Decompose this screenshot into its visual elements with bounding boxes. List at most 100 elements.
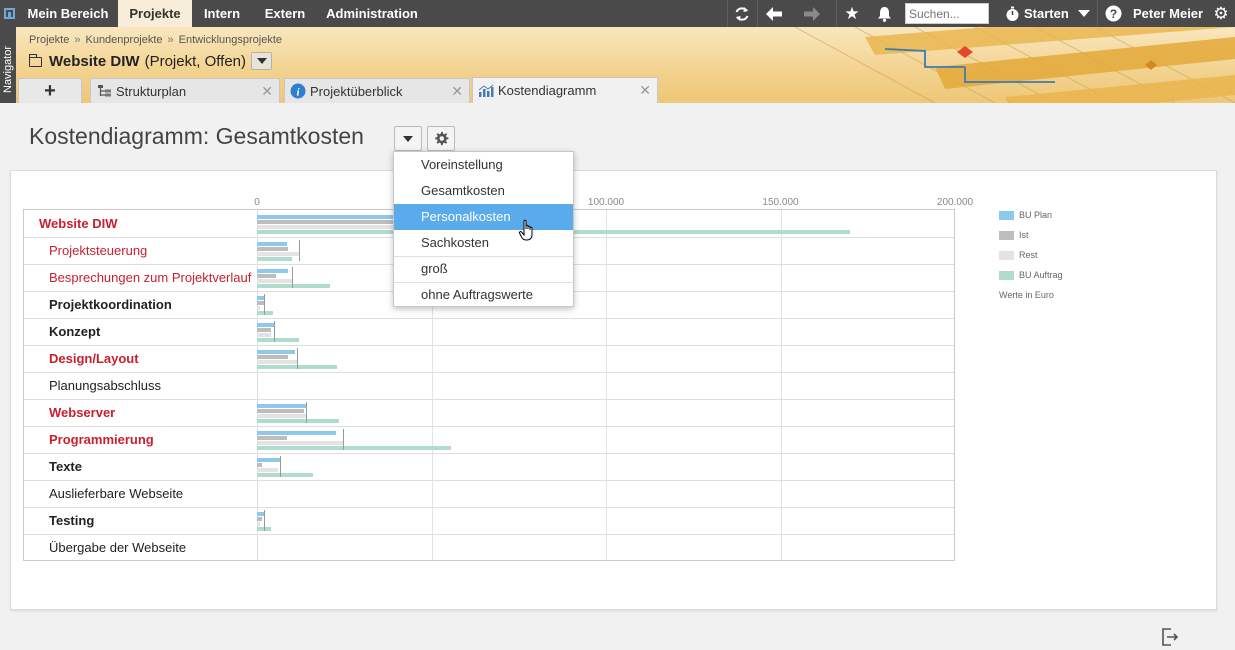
project-menu-dropdown-button[interactable]: [251, 52, 272, 70]
toolbar-divider: [727, 0, 728, 27]
tab-projektueberblick[interactable]: i Projektüberblick ✕: [284, 78, 470, 103]
bar-plan: [257, 458, 280, 462]
bar-plan: [257, 242, 287, 246]
info-icon: i: [290, 83, 306, 99]
bar-plan: [257, 350, 296, 354]
row-divider: [24, 399, 954, 400]
legend-label: BU Plan: [1019, 210, 1053, 220]
bar-ist: [257, 247, 289, 251]
top-navigation-bar: Mein Bereich Projekte Intern Extern Admi…: [0, 0, 1235, 27]
logout-icon[interactable]: [1160, 627, 1180, 647]
bar-plan: [257, 512, 264, 516]
task-label: Texte: [49, 459, 82, 474]
app-logo-icon[interactable]: [0, 0, 18, 27]
add-tab-button[interactable]: +: [18, 78, 82, 103]
menu-item-gross[interactable]: groß: [394, 256, 573, 282]
forecast-marker: [263, 294, 265, 315]
row-divider: [24, 318, 954, 319]
search-input[interactable]: [905, 3, 989, 24]
breadcrumb-item[interactable]: Entwicklungsprojekte: [179, 34, 282, 46]
bar-rest: [257, 468, 278, 472]
project-name: Website DIW: [49, 53, 140, 70]
toolbar-divider: [1097, 0, 1098, 27]
legend-label: BU Auftrag: [1019, 270, 1063, 280]
task-label: Projektsteuerung: [49, 243, 148, 258]
toolbar-divider: [757, 0, 758, 27]
close-tab-icon[interactable]: ✕: [639, 82, 651, 99]
bar-plan: [257, 323, 275, 327]
user-name[interactable]: Peter Meier: [1133, 0, 1203, 27]
chart-settings-button[interactable]: [427, 126, 455, 151]
bar-auftrag: [257, 446, 451, 450]
notifications-bell-icon[interactable]: [872, 0, 896, 27]
breadcrumb: Projekte » Kundenprojekte » Entwicklungsproj…: [29, 34, 282, 46]
tab-strukturplan[interactable]: Strukturplan ✕: [90, 78, 280, 103]
close-tab-icon[interactable]: ✕: [261, 83, 273, 100]
menu-item-personalkosten[interactable]: Personalkosten: [394, 204, 573, 230]
menu-item-gesamtkosten[interactable]: Gesamtkosten: [394, 178, 573, 204]
chevron-down-icon: [403, 135, 413, 142]
project-meta: (Projekt, Offen): [144, 53, 247, 70]
breadcrumb-item[interactable]: Kundenprojekte: [85, 34, 162, 46]
forecast-marker: [291, 267, 293, 288]
start-dropdown-chevron-icon[interactable]: [1073, 0, 1095, 27]
menu-item-ohne-auftragswerte[interactable]: ohne Auftragswerte: [394, 282, 573, 308]
settings-gear-icon[interactable]: ⚙: [1210, 0, 1232, 27]
forward-arrow-icon[interactable]: [798, 0, 826, 27]
back-arrow-icon[interactable]: [760, 0, 788, 27]
nav-projekte[interactable]: Projekte: [118, 0, 192, 27]
menu-item-sachkosten[interactable]: Sachkosten: [394, 230, 573, 256]
navigator-label: Navigator: [2, 45, 14, 93]
task-label: Design/Layout: [49, 351, 139, 366]
close-tab-icon[interactable]: ✕: [451, 83, 463, 100]
legend-item: BU Plan: [999, 209, 1052, 221]
task-label: Besprechungen zum Projektverlauf: [49, 270, 252, 285]
bar-rest: [257, 414, 306, 418]
favorites-star-icon[interactable]: ★: [840, 0, 864, 27]
task-label: Projektkoordination: [49, 297, 172, 312]
chevron-down-icon: [256, 58, 267, 64]
forecast-marker: [342, 429, 344, 450]
refresh-icon[interactable]: [730, 0, 754, 27]
x-tick-label: 100.000: [587, 197, 625, 208]
breadcrumb-item[interactable]: Projekte: [29, 34, 69, 46]
legend-swatch: [999, 210, 1014, 220]
bar-plan: [257, 431, 336, 435]
help-icon[interactable]: ?: [1102, 0, 1124, 27]
row-divider: [24, 453, 954, 454]
x-tick-label: 150.000: [762, 197, 799, 208]
forecast-marker: [274, 321, 276, 342]
chart-variant-dropdown-button[interactable]: [394, 126, 422, 151]
tab-label: Strukturplan: [116, 83, 187, 99]
navigator-sidebar-toggle[interactable]: Navigator: [0, 27, 16, 103]
legend-unit-note: Werte in Euro: [999, 290, 1054, 300]
nav-mein-bereich[interactable]: Mein Bereich: [18, 0, 118, 27]
gantt-decoration-image: [794, 27, 1235, 103]
nav-intern[interactable]: Intern: [192, 0, 252, 27]
legend-swatch: [999, 230, 1014, 240]
start-button[interactable]: Starten: [1024, 0, 1069, 27]
bar-auftrag: [257, 284, 331, 288]
svg-text:?: ?: [1109, 7, 1116, 21]
task-label: Übergabe der Webseite: [49, 540, 187, 555]
legend-swatch: [999, 250, 1014, 260]
task-label: Webserver: [49, 405, 116, 420]
project-title: Website DIW (Projekt, Offen): [28, 53, 247, 70]
bar-auftrag: [257, 338, 299, 342]
menu-item-voreinstellung[interactable]: Voreinstellung: [394, 152, 573, 178]
row-divider: [24, 345, 954, 346]
bar-rest: [257, 333, 271, 337]
legend-swatch: [999, 270, 1014, 280]
stopwatch-icon[interactable]: [1003, 0, 1021, 27]
tab-kostendiagramm[interactable]: Kostendiagramm ✕: [472, 77, 658, 103]
row-divider: [24, 507, 954, 508]
task-label: Testing: [49, 513, 95, 528]
nav-extern[interactable]: Extern: [252, 0, 318, 27]
tab-label: Projektüberblick: [310, 83, 403, 99]
row-divider: [24, 426, 954, 427]
bar-plan: [257, 404, 306, 408]
nav-administration[interactable]: Administration: [318, 0, 426, 27]
bar-plan: [257, 269, 289, 273]
toolbar-divider: [836, 0, 837, 27]
tab-label: Kostendiagramm: [498, 83, 597, 98]
